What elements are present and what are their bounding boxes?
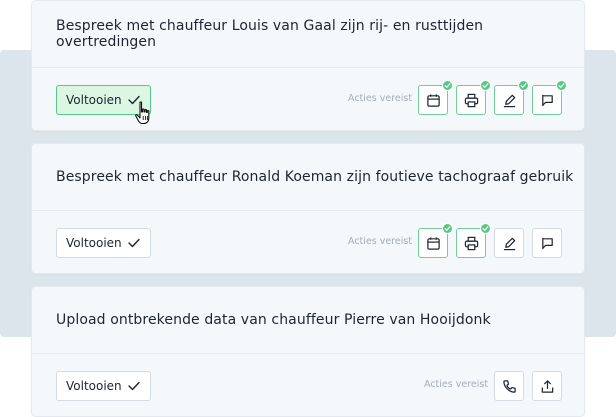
done-badge [442,223,453,234]
actions-required-label: Acties vereist [348,236,413,247]
printer-icon [464,93,478,107]
call-button[interactable] [494,371,524,401]
comment-icon [541,237,553,249]
calendar-button[interactable] [418,223,453,258]
calendar-icon [426,236,440,250]
done-badge [480,223,491,234]
check-icon [444,226,451,232]
task-actions: Voltooien Acties vereist [32,211,584,273]
check-icon [128,381,140,391]
actions-required-label: Acties vereist [424,379,489,390]
comment-button[interactable] [532,228,562,258]
sign-button[interactable] [494,80,529,115]
upload-button[interactable] [532,371,562,401]
check-icon [482,226,489,232]
task-card: Bespreek met chauffeur Ronald Koeman zij… [31,143,585,274]
check-icon [558,83,565,89]
done-badge [480,80,491,91]
check-icon [482,83,489,89]
complete-button-label: Voltooien [66,236,122,250]
upload-icon [541,379,553,393]
done-badge [556,80,567,91]
pen-icon [503,94,515,107]
task-card: Upload ontbrekende data van chauffeur Pi… [31,286,585,417]
task-title: Upload ontbrekende data van chauffeur Pi… [32,287,584,354]
comment-button[interactable] [532,80,567,115]
complete-button-label: Voltooien [66,93,122,107]
hand-cursor-icon [135,101,150,125]
done-badge [442,80,453,91]
task-actions: Voltooien Acties vereist [32,68,584,130]
task-card: Bespreek met chauffeur Louis van Gaal zi… [31,0,585,131]
actions-required-label: Acties vereist [348,93,413,104]
pen-icon [503,237,515,250]
printer-icon [464,236,478,250]
complete-button[interactable]: Voltooien [56,371,151,401]
phone-icon [502,379,516,393]
complete-button-label: Voltooien [66,379,122,393]
task-title: Bespreek met chauffeur Louis van Gaal zi… [32,1,584,68]
check-icon [444,83,451,89]
check-icon [520,83,527,89]
print-button[interactable] [456,223,491,258]
comment-icon [541,94,553,106]
check-icon [128,238,140,248]
calendar-button[interactable] [418,80,453,115]
calendar-icon [426,93,440,107]
sign-button[interactable] [494,228,524,258]
done-badge [518,80,529,91]
complete-button[interactable]: Voltooien [56,228,151,258]
task-title: Bespreek met chauffeur Ronald Koeman zij… [32,144,584,211]
print-button[interactable] [456,80,491,115]
task-actions: Voltooien Acties vereist [32,354,584,416]
